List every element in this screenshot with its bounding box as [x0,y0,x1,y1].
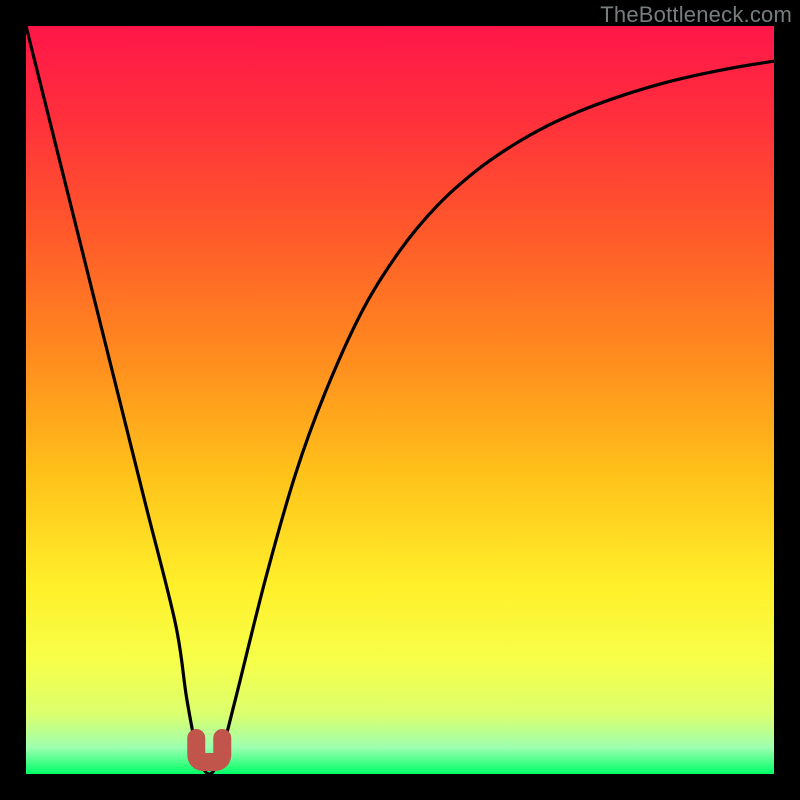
bottleneck-chart [26,26,774,774]
attribution-label: TheBottleneck.com [600,2,792,28]
chart-frame: TheBottleneck.com [0,0,800,800]
heatmap-background [26,26,774,774]
